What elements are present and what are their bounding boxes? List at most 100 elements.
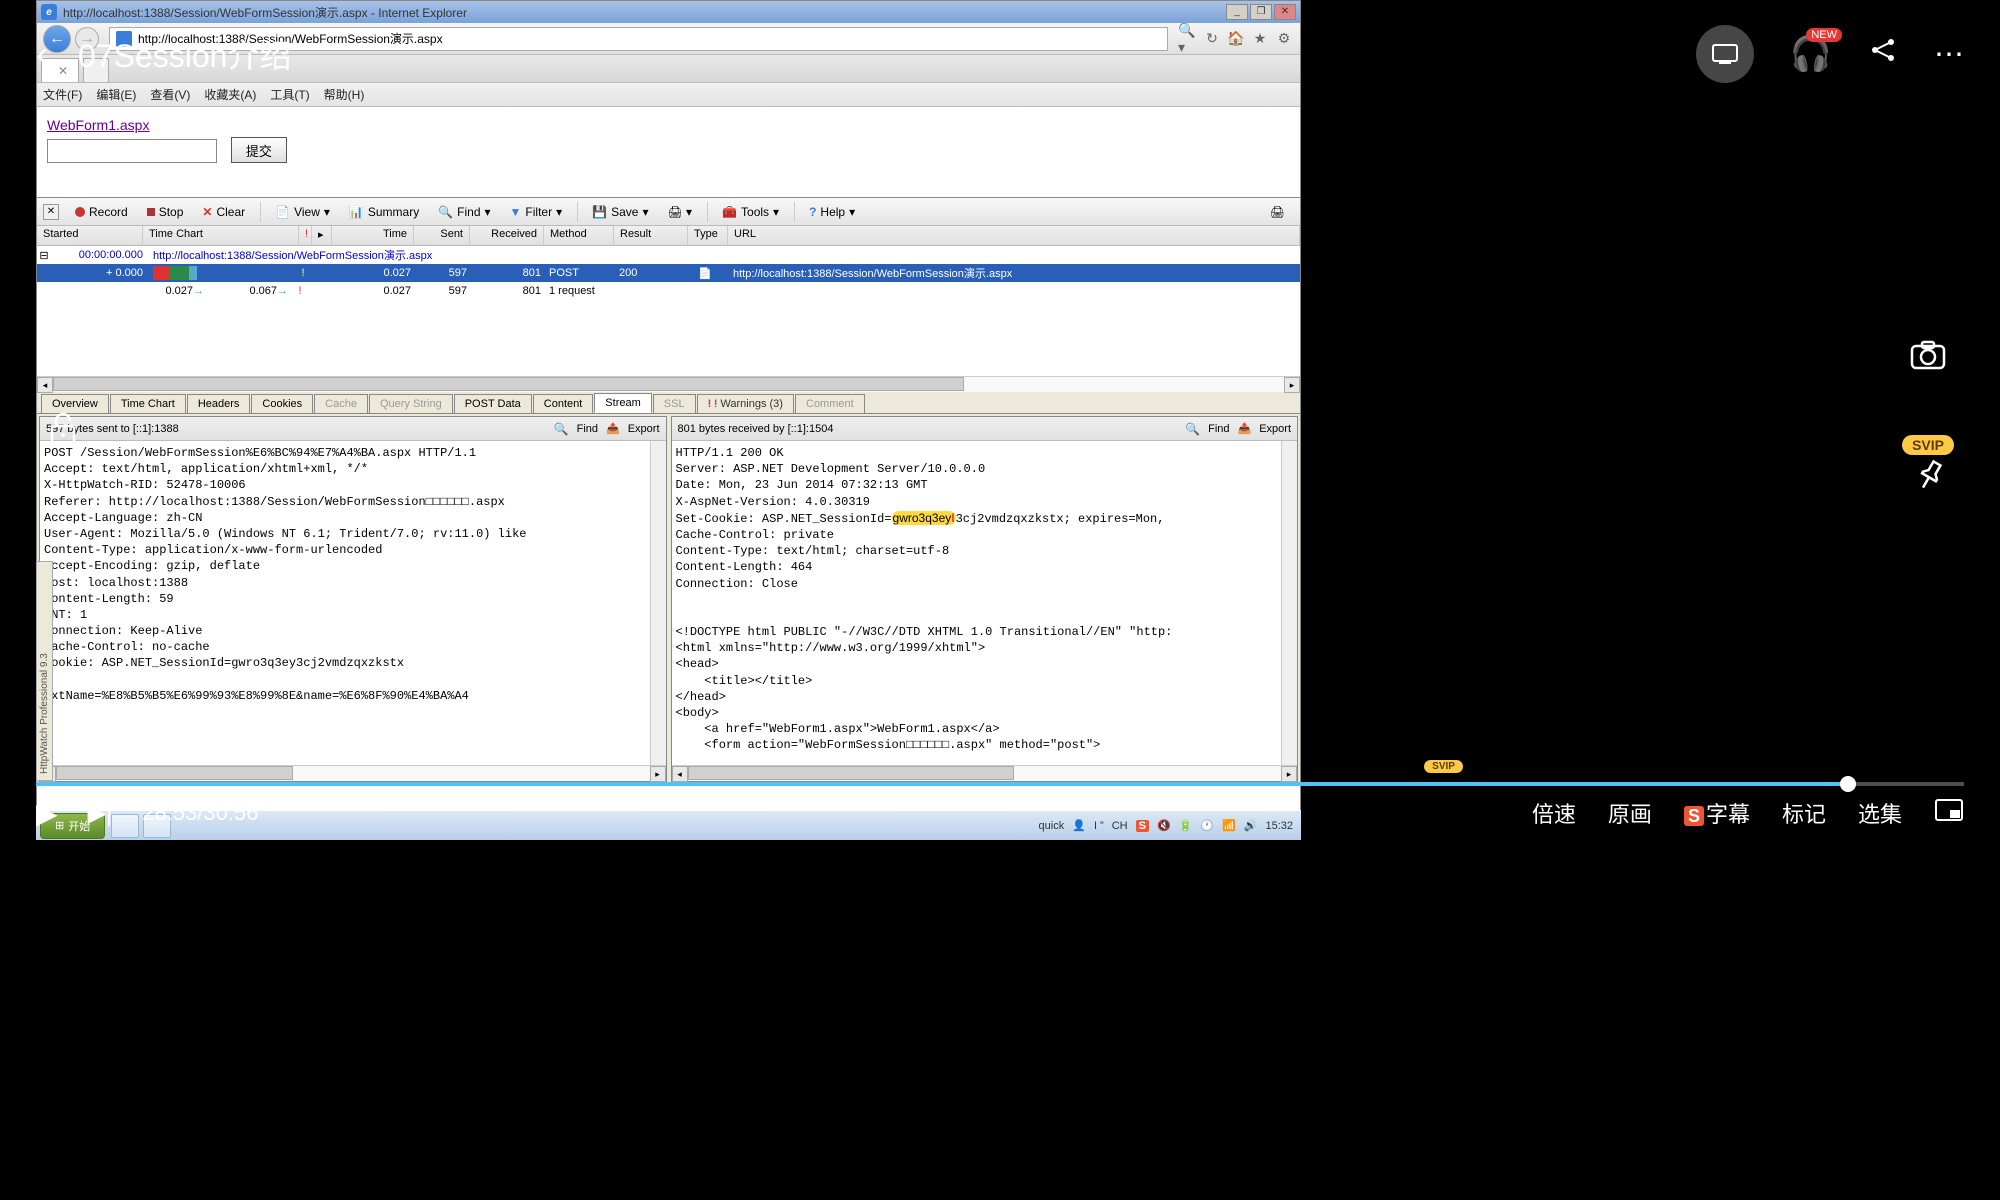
request-body[interactable]: POST /Session/WebFormSession%E6%BC%94%E7…: [40, 441, 650, 765]
share-icon: [1868, 35, 1898, 65]
play-button[interactable]: ▶: [36, 797, 58, 830]
col-result[interactable]: Result: [614, 226, 688, 245]
clear-button[interactable]: ✕Clear: [194, 202, 254, 222]
next-button[interactable]: ▶|: [88, 799, 113, 828]
hw-grid-header: Started Time Chart ! ▸ Time Sent Receive…: [37, 226, 1300, 246]
req-h-scrollbar[interactable]: ◂▸: [40, 765, 666, 781]
quality-button[interactable]: 原画: [1608, 797, 1652, 829]
col-timechart[interactable]: Time Chart: [143, 226, 299, 245]
find-label[interactable]: Find: [577, 423, 598, 435]
share-button[interactable]: [1868, 35, 1898, 73]
httpwatch-panel: ✕ Record Stop ✕Clear 📄 View ▾ 📊 Summary …: [37, 197, 1300, 784]
request-pane: 597 bytes sent to [::1]:1388 Find 📤 Expo…: [39, 416, 667, 782]
cast-icon: [1711, 43, 1739, 65]
unlock-button[interactable]: [46, 410, 80, 457]
response-status: 801 bytes received by [::1]:1504: [678, 423, 834, 435]
v-scrollbar[interactable]: [1281, 441, 1297, 765]
page-body: WebForm1.aspx 提交: [37, 107, 1300, 197]
col-type[interactable]: Type: [688, 226, 728, 245]
tab-stream[interactable]: Stream: [594, 393, 651, 413]
subtitle-button[interactable]: S字幕: [1684, 797, 1750, 829]
tab-querystring[interactable]: Query String: [369, 394, 453, 413]
svip-badge: SVIP: [1902, 435, 1954, 455]
export-label[interactable]: Export: [628, 423, 660, 435]
stop-icon: [147, 208, 155, 216]
export-icon[interactable]: 📤: [606, 422, 620, 435]
clear-icon: ✕: [202, 205, 212, 219]
print-button[interactable]: 🖨 ▾: [659, 202, 701, 222]
pip-button[interactable]: [1934, 798, 1964, 828]
video-top-bar: ‹ 07Session介绍 🎧 NEW ⋯: [0, 14, 2000, 94]
mark-button[interactable]: 标记: [1782, 797, 1826, 829]
speed-button[interactable]: 倍速: [1532, 797, 1576, 829]
pin-icon: [1910, 455, 1950, 497]
v-scrollbar[interactable]: [650, 441, 666, 765]
tab-cache[interactable]: Cache: [314, 394, 368, 413]
export-icon[interactable]: 📤: [1238, 422, 1252, 435]
tab-ssl[interactable]: SSL: [653, 394, 696, 413]
find-label[interactable]: Find: [1208, 423, 1229, 435]
video-back-button[interactable]: ‹: [36, 33, 48, 75]
tab-headers[interactable]: Headers: [187, 394, 251, 413]
hw-grid: ⊟ 00:00:00.000 http://localhost:1388/Ses…: [37, 246, 1300, 376]
tab-comment[interactable]: Comment: [795, 394, 865, 413]
text-input[interactable]: [47, 139, 217, 163]
find-button[interactable]: Find ▾: [430, 202, 499, 222]
response-body[interactable]: HTTP/1.1 200 OK Server: ASP.NET Developm…: [672, 441, 1282, 765]
save-button[interactable]: 💾 Save ▾: [584, 202, 657, 222]
tab-cookies[interactable]: Cookies: [251, 394, 313, 413]
camera-button[interactable]: [1910, 340, 1946, 375]
submit-button[interactable]: 提交: [231, 137, 287, 163]
hw-h-scrollbar[interactable]: ◂ ▸: [37, 376, 1300, 392]
summary-button[interactable]: 📊 Summary: [341, 202, 428, 222]
scroll-right-button[interactable]: ▸: [1284, 377, 1300, 393]
hw-close-button[interactable]: ✕: [43, 204, 59, 220]
help-button[interactable]: ? Help ▾: [801, 202, 864, 222]
episodes-button[interactable]: 选集: [1858, 797, 1902, 829]
webform-link[interactable]: WebForm1.aspx: [47, 117, 149, 133]
stop-button[interactable]: Stop: [139, 202, 193, 222]
tab-content[interactable]: Content: [533, 394, 594, 413]
scroll-left-button[interactable]: ◂: [37, 377, 53, 393]
find-icon[interactable]: [1185, 422, 1200, 436]
tab-timechart[interactable]: Time Chart: [110, 394, 186, 413]
resp-h-scrollbar[interactable]: ◂▸: [672, 765, 1298, 781]
col-started[interactable]: Started: [37, 226, 143, 245]
record-button[interactable]: Record: [67, 202, 137, 222]
view-button[interactable]: 📄 View ▾: [267, 202, 339, 222]
hw-version-label: HttpWatch Professional 9.3: [36, 561, 53, 781]
cast-button[interactable]: [1696, 25, 1754, 83]
new-badge: NEW: [1806, 28, 1842, 42]
record-icon: [75, 207, 85, 217]
col-url[interactable]: URL: [728, 226, 1300, 245]
filter-button[interactable]: ▼ Filter ▾: [502, 202, 572, 222]
table-row-selected[interactable]: + 0.000 ! 0.027 597 801 POST 200 📄 http:…: [37, 264, 1300, 282]
col-received[interactable]: Received: [470, 226, 544, 245]
col-time[interactable]: Time: [332, 226, 414, 245]
col-warn[interactable]: !: [299, 226, 312, 245]
video-bottom-bar: ▶ ▶| 28:53/30:56 倍速 原画 S字幕 标记 选集: [0, 786, 2000, 840]
col-method[interactable]: Method: [544, 226, 614, 245]
tools-button[interactable]: 🧰 Tools ▾: [714, 202, 788, 222]
video-left-controls: [46, 410, 80, 457]
headphone-button[interactable]: 🎧 NEW: [1790, 34, 1832, 74]
table-row[interactable]: ⊟ 00:00:00.000 http://localhost:1388/Ses…: [37, 246, 1300, 264]
hw-print-icon[interactable]: 🖨: [1262, 202, 1294, 222]
export-label[interactable]: Export: [1259, 423, 1291, 435]
collapse-icon[interactable]: ⊟: [37, 249, 51, 262]
col-flag[interactable]: ▸: [312, 226, 332, 245]
more-button[interactable]: ⋯: [1934, 37, 1964, 72]
find-icon: [438, 205, 453, 219]
find-icon[interactable]: [554, 422, 569, 436]
tab-warnings[interactable]: ! ! Warnings (3): [697, 394, 794, 413]
pin-button[interactable]: [1906, 455, 1950, 504]
video-time: 28:53/30:56: [142, 800, 258, 826]
response-pane: 801 bytes received by [::1]:1504 Find 📤 …: [671, 416, 1299, 782]
video-right-controls: SVIP: [1902, 340, 1954, 499]
table-row-summary[interactable]: 0.027 → 0.067 → ! 0.027 597 801 1 reques…: [37, 282, 1300, 300]
col-sent[interactable]: Sent: [414, 226, 470, 245]
tab-postdata[interactable]: POST Data: [454, 394, 532, 413]
pip-icon: [1934, 798, 1964, 822]
timing-bar: [153, 266, 297, 280]
hw-detail-tabs: Overview Time Chart Headers Cookies Cach…: [37, 392, 1300, 414]
